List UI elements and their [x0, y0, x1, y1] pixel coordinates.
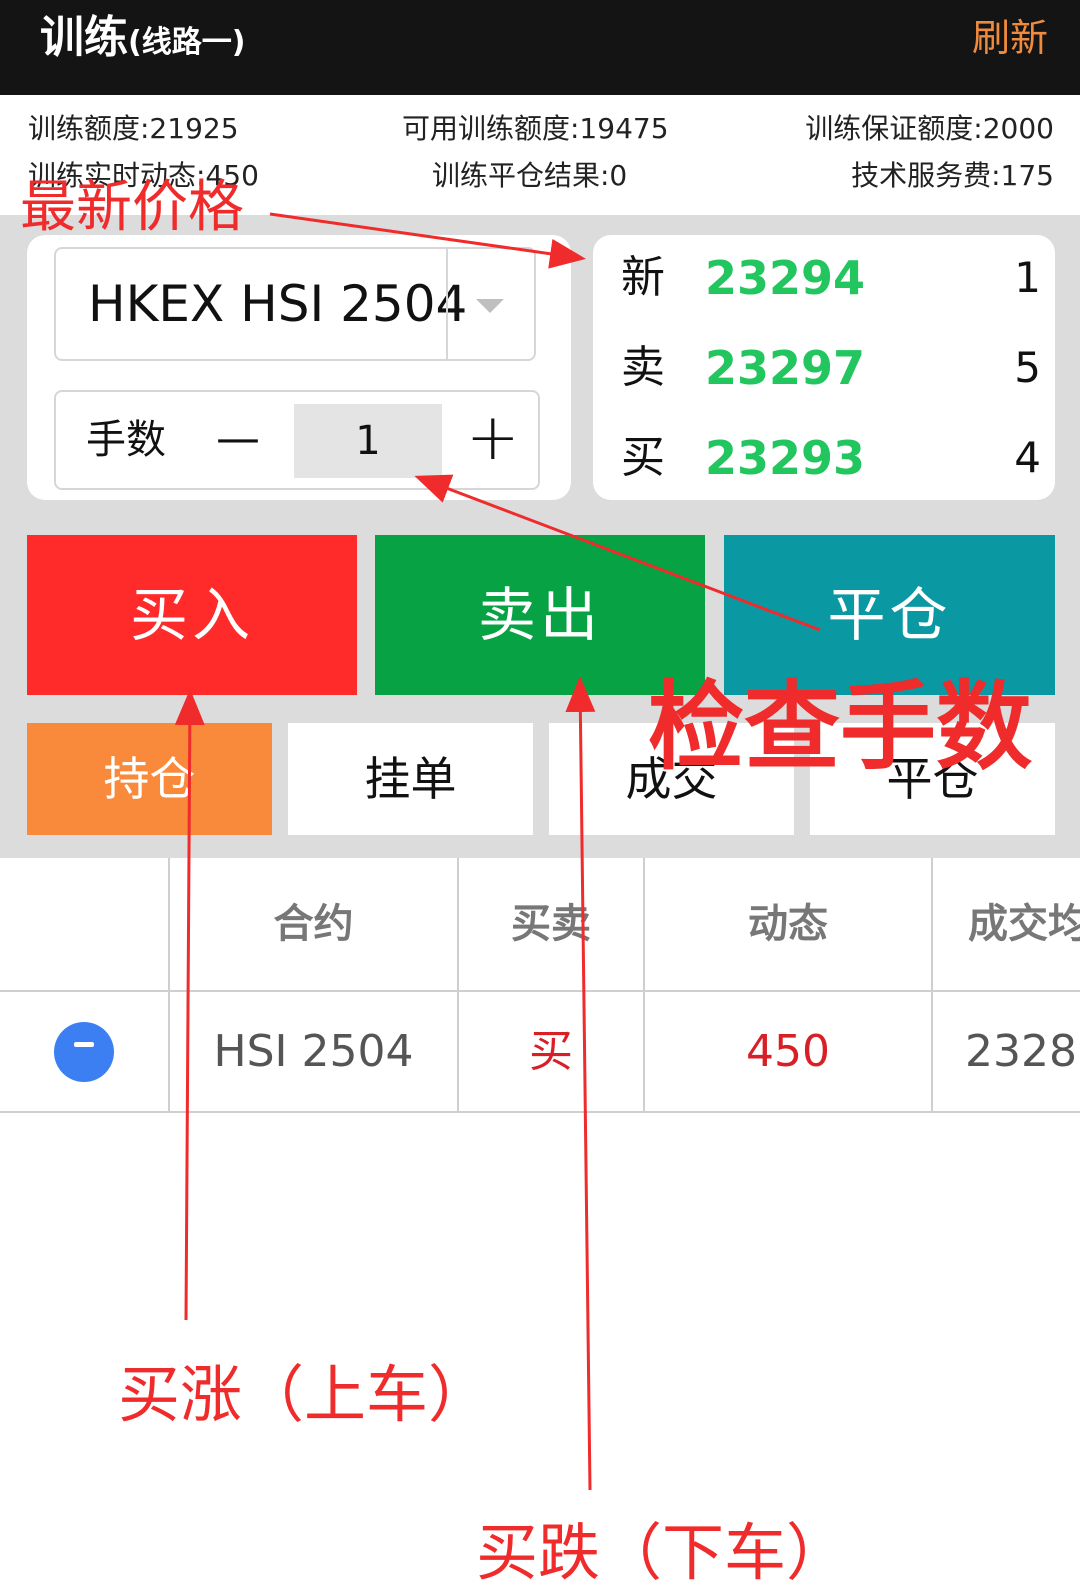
annotation-latest-price: 最新价格: [20, 175, 244, 240]
arrow-latest-price: [269, 212, 586, 269]
annotation-buy-up: 买涨（上车）: [118, 1358, 491, 1431]
annotation-check-lots: 检查手数: [648, 671, 1032, 783]
annotation-buy-down: 买跌（下车）: [476, 1516, 849, 1589]
arrow-buy-down: [565, 676, 596, 1491]
arrow-check-lots: [414, 474, 821, 632]
arrow-buy-up: [174, 689, 205, 1321]
